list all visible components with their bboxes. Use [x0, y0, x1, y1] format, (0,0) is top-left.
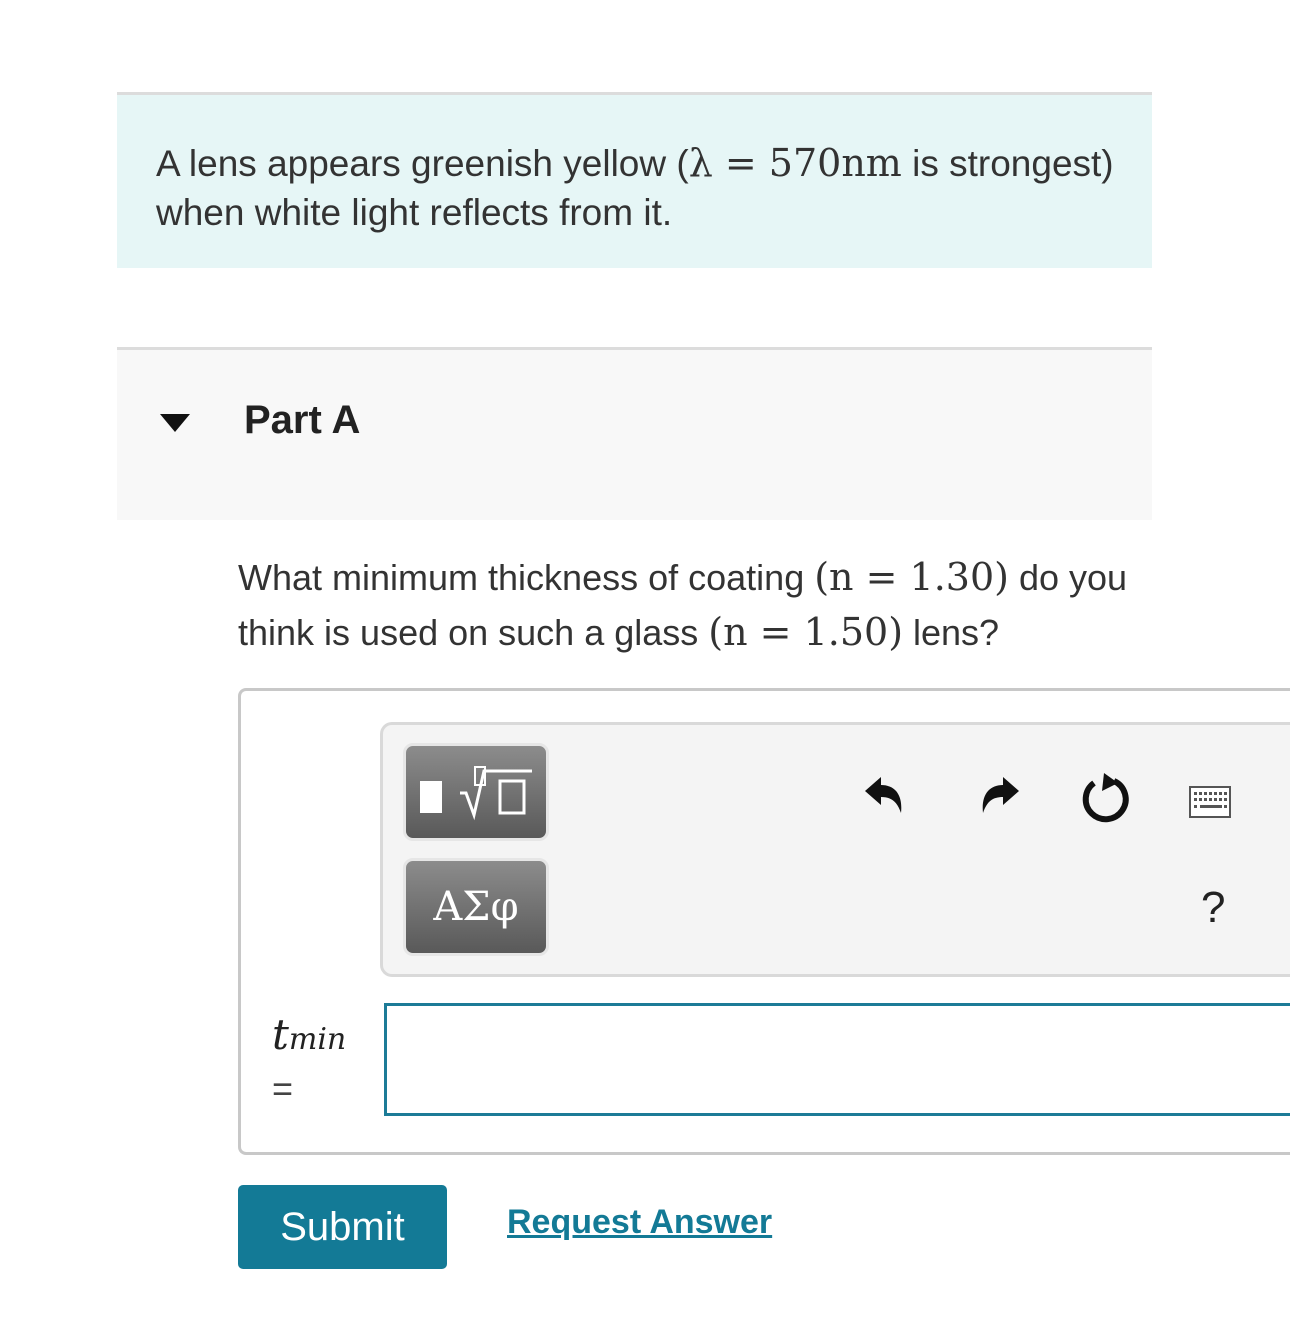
question-text-1: What minimum thickness of coating	[238, 557, 815, 598]
collapse-caret-icon[interactable]	[160, 414, 190, 432]
question-math-1: (n = 1.30)	[814, 555, 1009, 599]
answer-input[interactable]	[384, 1003, 1290, 1116]
redo-icon[interactable]	[977, 773, 1023, 819]
templates-button[interactable]	[403, 743, 549, 841]
part-header[interactable]: Part A	[117, 347, 1152, 520]
keyboard-icon[interactable]	[1188, 785, 1232, 819]
answer-variable-label: tmin	[272, 1010, 346, 1059]
request-answer-link[interactable]: Request Answer	[507, 1203, 772, 1242]
question-text: What minimum thickness of coating (n = 1…	[238, 550, 1198, 660]
submit-button[interactable]: Submit	[238, 1185, 447, 1269]
part-title: Part A	[244, 398, 361, 442]
variable-symbol: t	[272, 1010, 289, 1059]
variable-subscript: min	[288, 1022, 347, 1057]
intro-text-1: A lens appears greenish yellow (	[156, 143, 689, 184]
reset-icon[interactable]	[1080, 771, 1134, 825]
intro-math: λ = 570nm	[688, 141, 902, 185]
problem-text: A lens appears greenish yellow (λ = 570n…	[156, 139, 1116, 237]
math-toolbar: ΑΣφ ?	[380, 722, 1290, 977]
question-text-3: lens?	[903, 612, 1000, 653]
problem-intro: A lens appears greenish yellow (λ = 570n…	[117, 92, 1152, 268]
equals-sign: =	[272, 1068, 294, 1109]
templates-icon	[420, 766, 532, 821]
undo-icon[interactable]	[861, 773, 907, 819]
help-icon[interactable]: ?	[1201, 883, 1225, 933]
question-math-2: (n = 1.50)	[708, 610, 904, 654]
greek-symbols-button[interactable]: ΑΣφ	[403, 858, 549, 956]
